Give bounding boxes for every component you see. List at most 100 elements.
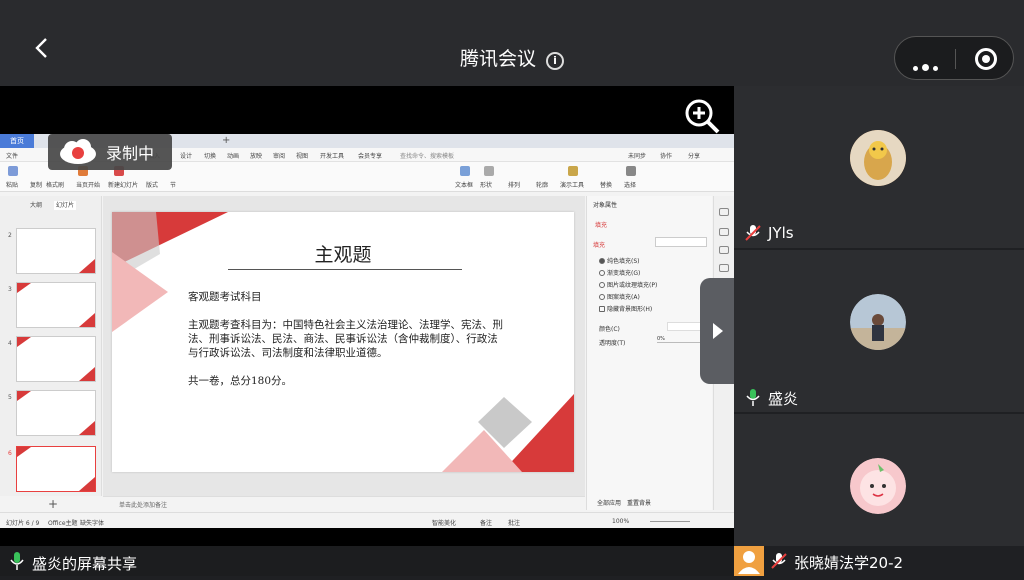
command-search[interactable]: 查找命令、搜索模板: [400, 151, 454, 160]
copy-button[interactable]: 复制: [30, 180, 42, 189]
meeting-title: 腾讯会议 i: [0, 44, 1024, 71]
new-tab-icon[interactable]: +: [222, 135, 230, 146]
apply-all-button[interactable]: 全部应用: [597, 498, 621, 507]
style-tool-icon[interactable]: [719, 228, 729, 236]
collab-button[interactable]: 协作: [660, 151, 672, 160]
menu-transition[interactable]: 切换: [204, 151, 216, 160]
recording-badge[interactable]: 录制中: [48, 134, 172, 170]
participant-tile[interactable]: [734, 414, 1024, 546]
menu-design[interactable]: 设计: [180, 151, 192, 160]
avatar: [850, 458, 906, 514]
props-fill-tab[interactable]: 填充: [595, 220, 607, 229]
top-bar: 腾讯会议 i: [0, 0, 1024, 86]
participant-name: 张晓婧法学20-2: [794, 554, 904, 572]
transparency-slider[interactable]: [657, 342, 701, 343]
paste-button[interactable]: 粘贴: [6, 180, 18, 189]
participant-tile[interactable]: 张晓婧法学20-2: [764, 546, 1024, 576]
fill-section-title[interactable]: 填充: [593, 240, 605, 249]
theme-name: Office主题: [48, 520, 78, 527]
comments-toggle[interactable]: 批注: [508, 518, 520, 527]
slides-tab[interactable]: 幻灯片: [53, 201, 76, 210]
slide-thumbnail[interactable]: [16, 390, 96, 436]
notes-pane[interactable]: 单击此处添加备注: [103, 496, 585, 510]
format-painter-button[interactable]: 格式刷: [46, 180, 64, 189]
slide-thumbnail-selected[interactable]: [16, 446, 96, 492]
option-picture[interactable]: 图片或纹理填充(P): [599, 280, 657, 289]
share-owner-label: 盛炎的屏幕共享: [32, 555, 138, 573]
textbox-button[interactable]: 文本框: [455, 180, 473, 189]
sync-status[interactable]: 未同步: [628, 151, 646, 160]
slide-text-subjective-2[interactable]: 法、刑事诉讼法、民法、商法、民事诉讼法（含仲裁制度）、行政法: [188, 332, 498, 347]
mic-active-icon: [746, 389, 760, 406]
option-solid[interactable]: 纯色填充(S): [599, 256, 640, 265]
mic-active-icon: [10, 552, 24, 570]
slide-text-subjective-3[interactable]: 与行政诉讼法、司法制度和法律职业道德。: [188, 346, 388, 361]
shape-button[interactable]: 形状: [480, 180, 492, 189]
replace-button[interactable]: 替换: [600, 180, 612, 189]
participant-tile[interactable]: JYls: [734, 86, 1024, 248]
arrange-button[interactable]: 排列: [508, 180, 520, 189]
presentation-tools-button[interactable]: 演示工具: [560, 180, 584, 189]
animation-tool-icon[interactable]: [719, 246, 729, 254]
reset-bg-button[interactable]: 重置背景: [627, 498, 651, 507]
layout-button[interactable]: 版式: [146, 180, 158, 189]
zoom-in-icon[interactable]: [680, 94, 724, 138]
outline-tab[interactable]: 大纲: [30, 202, 42, 209]
recording-cloud-icon: [60, 139, 96, 164]
option-hide-bg[interactable]: 隐藏背景图形(H): [599, 304, 652, 313]
menu-review[interactable]: 审阅: [273, 151, 285, 160]
fill-dropdown[interactable]: [655, 237, 707, 247]
new-slide-button[interactable]: 新建幻灯片: [108, 180, 138, 189]
slide-text-subjective-1[interactable]: 主观题考查科目为：中国特色社会主义法治理论、法理学、宪法、刑: [188, 318, 503, 333]
wps-home-tab[interactable]: 首页: [0, 134, 34, 148]
object-properties-pane: 对象属性 填充 填充 纯色填充(S) 渐变填充(G) 图片或纹理填充(P) 图案…: [586, 196, 712, 510]
menu-file[interactable]: 文件: [6, 151, 18, 160]
slide-position: 幻灯片 6 / 9: [6, 520, 40, 527]
participant-name: JYls: [768, 224, 794, 242]
option-gradient[interactable]: 渐变填充(G): [599, 268, 640, 277]
slide-thumbnail-panel: 大纲 幻灯片 2 3 4 5 6: [0, 196, 102, 496]
slide-title[interactable]: 主观题: [112, 240, 574, 267]
share-button[interactable]: 分享: [688, 151, 700, 160]
avatar: [850, 294, 906, 350]
option-pattern[interactable]: 图案填充(A): [599, 292, 640, 301]
info-icon[interactable]: i: [546, 52, 564, 70]
help-tool-icon[interactable]: [719, 264, 729, 272]
transparency-label: 透明度(T): [599, 340, 626, 347]
props-tool-icon[interactable]: [719, 208, 729, 216]
missing-font[interactable]: 缺失字体: [80, 518, 104, 527]
zoom-level: 100%: [612, 518, 630, 525]
more-icon[interactable]: [913, 56, 942, 75]
menu-animation[interactable]: 动画: [227, 151, 239, 160]
menu-slideshow[interactable]: 放映: [250, 151, 262, 160]
menu-view[interactable]: 视图: [296, 151, 308, 160]
slide-text-objective[interactable]: 客观题考试科目: [188, 290, 262, 305]
smart-beautify-button[interactable]: 智能美化: [432, 518, 456, 527]
menu-member[interactable]: 会员专享: [358, 151, 382, 160]
share-label-bar: 盛炎的屏幕共享: [0, 546, 734, 576]
notes-toggle[interactable]: 备注: [480, 518, 492, 527]
color-label: 颜色(C): [599, 326, 620, 333]
props-header: 对象属性: [593, 202, 618, 209]
play-current-button[interactable]: 当页开始: [76, 180, 100, 189]
collapse-participants-button[interactable]: [700, 278, 736, 384]
slide-thumbnail[interactable]: [16, 282, 96, 328]
section-button[interactable]: 节: [170, 180, 176, 189]
slide-thumbnail[interactable]: [16, 228, 96, 274]
add-slide-icon[interactable]: +: [48, 497, 58, 511]
mic-muted-icon: [771, 553, 787, 569]
user-icon: [734, 546, 764, 576]
status-bar: 幻灯片 6 / 9 Office主题 缺失字体 智能美化 备注 批注 100%: [0, 512, 734, 528]
zoom-slider[interactable]: [650, 521, 690, 522]
avatar: [850, 130, 906, 186]
slide-thumbnail[interactable]: [16, 336, 96, 382]
slide-text-total[interactable]: 共一卷，总分180分。: [188, 374, 292, 389]
participant-tile[interactable]: 盛炎: [734, 250, 1024, 412]
slide-6: 主观题 客观题考试科目 主观题考查科目为：中国特色社会主义法治理论、法理学、宪法…: [112, 212, 574, 472]
outline-button[interactable]: 轮廓: [536, 180, 548, 189]
select-button[interactable]: 选择: [624, 180, 636, 189]
miniapp-capsule: [894, 36, 1014, 80]
participant-name: 盛炎: [768, 390, 799, 408]
menu-devtools[interactable]: 开发工具: [320, 151, 344, 160]
close-miniapp-icon[interactable]: [975, 48, 997, 70]
